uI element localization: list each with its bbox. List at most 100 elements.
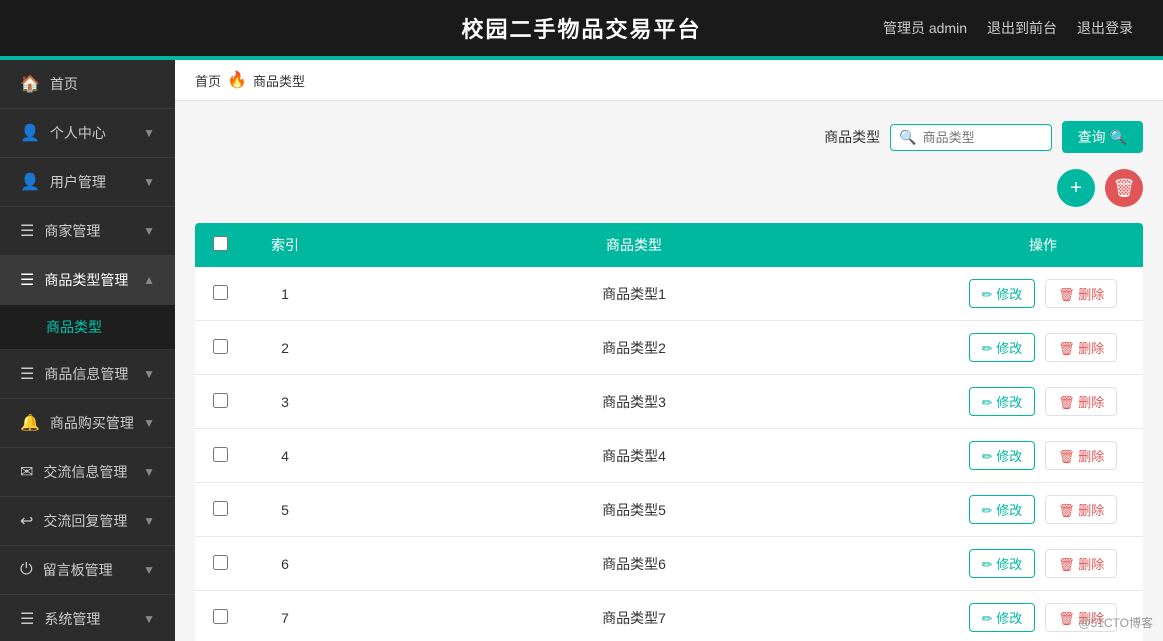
sidebar-item-system[interactable]: ☰ 系统管理 ▼ <box>0 595 175 641</box>
sidebar-item-board[interactable]: ⏻ 留言板管理 ▼ <box>0 546 175 595</box>
row-checkbox-cell <box>195 483 245 537</box>
search-input[interactable] <box>923 130 1043 145</box>
row-checkbox[interactable] <box>213 339 228 354</box>
breadcrumb-home[interactable]: 首页 <box>195 71 221 90</box>
row-index: 4 <box>245 429 325 483</box>
content-area: 商品类型 🔍 查询 🔍 + 🗑 <box>175 101 1163 641</box>
remove-button[interactable]: 🗑 删除 <box>1045 387 1117 416</box>
sidebar-board-label: 留言板管理 <box>43 560 113 580</box>
subitem-label: 商品类型 <box>46 319 102 335</box>
table-row: 3 商品类型3 ✏ 修改 🗑 删除 <box>195 375 1143 429</box>
modify-button[interactable]: ✏ 修改 <box>969 495 1036 524</box>
sidebar-goods-label: 商品信息管理 <box>44 364 128 384</box>
row-checkbox[interactable] <box>213 501 228 516</box>
chevron-icon: ▼ <box>143 416 155 430</box>
row-checkbox[interactable] <box>213 555 228 570</box>
sidebar-item-user[interactable]: 👤 用户管理 ▼ <box>0 158 175 207</box>
goods-icon: ☰ <box>20 364 34 384</box>
remove-button[interactable]: 🗑 删除 <box>1045 279 1117 308</box>
add-button[interactable]: + <box>1057 169 1095 207</box>
row-checkbox-cell <box>195 591 245 641</box>
chevron-icon: ▼ <box>143 514 155 528</box>
board-icon: ⏻ <box>20 561 33 579</box>
row-action: ✏ 修改 🗑 删除 <box>943 375 1143 429</box>
table-header-checkbox <box>195 223 245 267</box>
row-type: 商品类型2 <box>325 321 943 375</box>
remove-button[interactable]: 🗑 删除 <box>1045 495 1117 524</box>
breadcrumb-separator: 🔥 <box>227 70 247 90</box>
sidebar-subitem-goods-type[interactable]: 商品类型 <box>0 305 175 350</box>
table-header-type: 商品类型 <box>325 223 943 267</box>
modify-button[interactable]: ✏ 修改 <box>969 279 1036 308</box>
row-action: ✏ 修改 🗑 删除 <box>943 267 1143 321</box>
chevron-icon: ▼ <box>143 367 155 381</box>
row-checkbox-cell <box>195 375 245 429</box>
row-checkbox-cell <box>195 429 245 483</box>
row-checkbox[interactable] <box>213 447 228 462</box>
sidebar-item-profile[interactable]: 👤 个人中心 ▼ <box>0 109 175 158</box>
search-icon: 🔍 <box>899 129 916 146</box>
exchange-icon: ✉ <box>20 462 33 482</box>
table-row: 5 商品类型5 ✏ 修改 🗑 删除 <box>195 483 1143 537</box>
home-icon: 🏠 <box>20 74 40 94</box>
sidebar-home-label: 首页 <box>50 74 78 94</box>
row-type: 商品类型7 <box>325 591 943 641</box>
sidebar-item-exchange[interactable]: ✉ 交流信息管理 ▼ <box>0 448 175 497</box>
user-icon: 👤 <box>20 172 40 192</box>
modify-button[interactable]: ✏ 修改 <box>969 549 1036 578</box>
row-index: 7 <box>245 591 325 641</box>
sidebar-merchant-label: 商家管理 <box>44 221 100 241</box>
row-checkbox-cell <box>195 267 245 321</box>
sidebar-item-category[interactable]: ☰ 商品类型管理 ▲ <box>0 256 175 305</box>
modify-button[interactable]: ✏ 修改 <box>969 387 1036 416</box>
remove-button[interactable]: 🗑 删除 <box>1045 549 1117 578</box>
goto-front-link[interactable]: 退出到前台 <box>987 18 1057 38</box>
sidebar-item-reply[interactable]: ↩ 交流回复管理 ▼ <box>0 497 175 546</box>
row-type: 商品类型5 <box>325 483 943 537</box>
batch-delete-button[interactable]: 🗑 <box>1105 169 1143 207</box>
table-row: 7 商品类型7 ✏ 修改 🗑 删除 <box>195 591 1143 641</box>
row-checkbox[interactable] <box>213 393 228 408</box>
sidebar-item-purchase[interactable]: 🔔 商品购买管理 ▼ <box>0 399 175 448</box>
row-type: 商品类型1 <box>325 267 943 321</box>
breadcrumb-current: 商品类型 <box>253 71 305 90</box>
sidebar-item-home[interactable]: 🏠 首页 <box>0 60 175 109</box>
row-index: 2 <box>245 321 325 375</box>
purchase-icon: 🔔 <box>20 413 40 433</box>
search-button[interactable]: 查询 🔍 <box>1062 121 1143 153</box>
row-type: 商品类型3 <box>325 375 943 429</box>
chevron-icon: ▼ <box>143 612 155 626</box>
table-header-index: 索引 <box>245 223 325 267</box>
reply-icon: ↩ <box>20 511 33 531</box>
category-icon: ☰ <box>20 270 34 290</box>
search-input-wrap: 🔍 <box>890 124 1051 151</box>
merchant-icon: ☰ <box>20 221 34 241</box>
row-checkbox[interactable] <box>213 609 228 624</box>
chevron-icon: ▼ <box>143 563 155 577</box>
sidebar-item-merchant[interactable]: ☰ 商家管理 ▼ <box>0 207 175 256</box>
sidebar: 🏠 首页 👤 个人中心 ▼ 👤 用户管理 ▼ ☰ 商家管理 <box>0 60 175 641</box>
remove-button[interactable]: 🗑 删除 <box>1045 333 1117 362</box>
chevron-icon: ▲ <box>143 273 155 287</box>
remove-button[interactable]: 🗑 删除 <box>1045 441 1117 470</box>
action-buttons: + 🗑 <box>195 169 1143 207</box>
row-checkbox-cell <box>195 321 245 375</box>
modify-button[interactable]: ✏ 修改 <box>969 441 1036 470</box>
modify-button[interactable]: ✏ 修改 <box>969 603 1036 632</box>
table-row: 6 商品类型6 ✏ 修改 🗑 删除 <box>195 537 1143 591</box>
sidebar-profile-label: 个人中心 <box>50 123 106 143</box>
row-index: 5 <box>245 483 325 537</box>
table-header-action: 操作 <box>943 223 1143 267</box>
row-index: 1 <box>245 267 325 321</box>
header-right: 管理员 admin 退出到前台 退出登录 <box>883 18 1133 38</box>
row-checkbox[interactable] <box>213 285 228 300</box>
layout: 🏠 首页 👤 个人中心 ▼ 👤 用户管理 ▼ ☰ 商家管理 <box>0 60 1163 641</box>
sidebar-item-goods[interactable]: ☰ 商品信息管理 ▼ <box>0 350 175 399</box>
modify-button[interactable]: ✏ 修改 <box>969 333 1036 362</box>
sidebar-exchange-label: 交流信息管理 <box>43 462 127 482</box>
chevron-icon: ▼ <box>143 126 155 140</box>
logout-link[interactable]: 退出登录 <box>1077 18 1133 38</box>
select-all-checkbox[interactable] <box>213 236 228 251</box>
header: 校园二手物品交易平台 管理员 admin 退出到前台 退出登录 <box>0 0 1163 56</box>
row-action: ✏ 修改 🗑 删除 <box>943 537 1143 591</box>
